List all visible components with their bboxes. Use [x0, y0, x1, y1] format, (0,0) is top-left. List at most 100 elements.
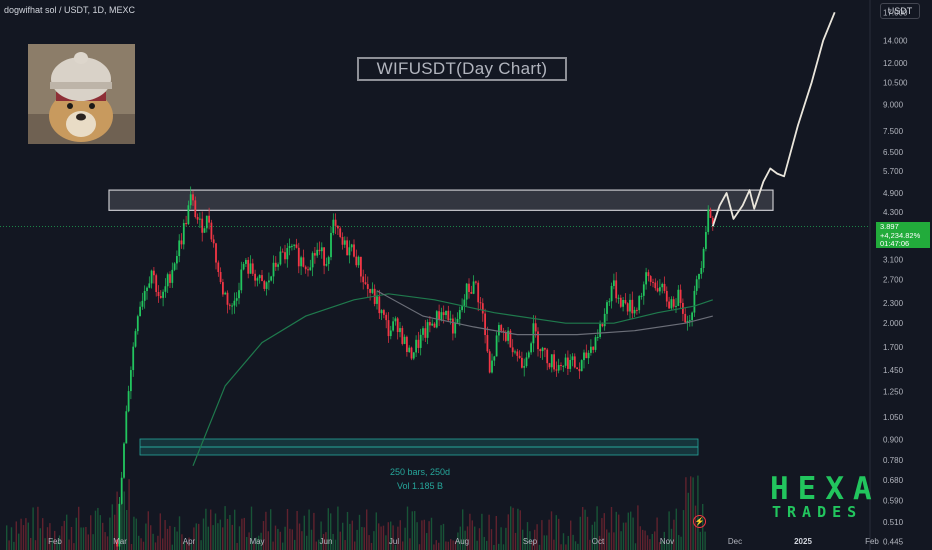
candle-body [426, 322, 429, 338]
candle-body [210, 222, 213, 240]
volume-bar [25, 518, 27, 550]
volume-bar [423, 519, 425, 550]
volume-bar [538, 544, 541, 550]
candle-body [647, 272, 650, 277]
candle-body [705, 231, 707, 249]
volume-bar [630, 511, 632, 550]
candle-body [590, 346, 592, 353]
candle-body [656, 288, 659, 292]
volume-bar [313, 512, 315, 550]
volume-bar [493, 544, 495, 550]
candle-body [201, 218, 204, 233]
candle-body [452, 318, 454, 334]
volume-bar [555, 515, 557, 550]
volume-bar [452, 540, 454, 550]
volume-bar [30, 537, 32, 550]
candle-body [415, 339, 417, 353]
x-tick-label: Feb [865, 537, 879, 546]
volume-bar [164, 520, 166, 550]
volume-bar [438, 542, 440, 550]
candle-body [553, 354, 555, 370]
candle-body [504, 332, 507, 341]
candle-body [511, 347, 514, 353]
candle-body [417, 339, 420, 348]
volume-bar [102, 522, 104, 550]
volume-bar [373, 531, 375, 550]
candle-body [433, 323, 436, 328]
candle-body [302, 257, 305, 267]
candle-body [665, 290, 668, 302]
candle-body [498, 325, 500, 336]
candle-body [293, 244, 296, 246]
candle-body [286, 248, 289, 260]
volume-bar [351, 520, 353, 550]
volume-bar [217, 523, 219, 550]
candle-body [567, 357, 569, 369]
candle-body [334, 219, 337, 226]
candle-body [325, 264, 328, 266]
x-tick-label: May [249, 537, 264, 546]
volume-bar [150, 525, 152, 550]
candle-body [527, 352, 530, 358]
volume-bar [560, 544, 562, 550]
volume-bar [267, 531, 269, 550]
candle-body [380, 310, 383, 314]
candle-body [327, 257, 330, 265]
volume-bar [128, 479, 130, 550]
volume-bar [73, 543, 75, 550]
currency-button[interactable]: USDT [880, 3, 920, 19]
volume-bar [589, 539, 591, 550]
candle-body [626, 303, 629, 312]
candle-body [166, 274, 169, 287]
candle-body [633, 309, 636, 314]
candle-body [447, 310, 450, 321]
candle-body [698, 273, 700, 280]
candle-body [228, 304, 231, 306]
candle-body [544, 347, 546, 350]
volume-bar [195, 523, 197, 550]
volume-bar [133, 516, 135, 550]
volume-bar [8, 540, 10, 550]
volume-bar [291, 529, 293, 550]
candle-body [700, 267, 703, 274]
volume-bar [246, 536, 248, 550]
volume-bar [339, 531, 341, 550]
event-flag-icon[interactable]: ⚡ [693, 515, 706, 528]
volume-bar [514, 532, 517, 550]
candle-body [343, 240, 346, 245]
symbol-label[interactable]: dogwifhat sol / USDT, 1D, MEXC [4, 5, 135, 15]
volume-bar [308, 509, 310, 550]
volume-bar [639, 526, 641, 550]
volume-bar [174, 526, 176, 550]
y-tick-label: 0.590 [883, 497, 904, 506]
x-tick-label: Dec [728, 537, 742, 546]
candle-body [601, 324, 604, 327]
candle-body [652, 281, 654, 283]
volume-bar [634, 543, 637, 550]
volume-bar [488, 514, 490, 550]
volume-bar [354, 541, 356, 550]
candle-body [659, 287, 661, 292]
candle-body [594, 337, 597, 350]
volume-bar [20, 518, 22, 550]
volume-bar [620, 531, 622, 550]
volume-bar [447, 541, 449, 550]
candle-body [539, 349, 542, 352]
volume-bar [289, 528, 291, 550]
volume-bar [157, 535, 159, 550]
candle-body [445, 310, 447, 316]
candle-body [516, 351, 519, 356]
candle-body [470, 291, 473, 294]
volume-bar [106, 536, 109, 550]
watermark-hexa: HEXA [770, 471, 881, 507]
volume-bar [375, 512, 377, 550]
candle-body [341, 236, 344, 245]
candle-body [357, 256, 360, 266]
y-tick-label: 1.050 [883, 413, 904, 422]
volume-bar [214, 513, 217, 550]
volume-bar [303, 515, 305, 550]
candle-body [311, 253, 314, 268]
candle-body [192, 194, 194, 201]
candle-body [629, 299, 631, 312]
x-tick-label: Nov [660, 537, 674, 546]
